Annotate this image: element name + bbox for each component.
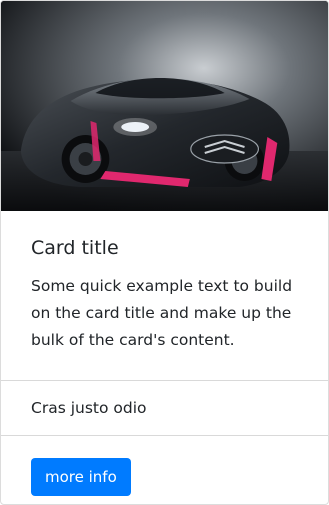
card-footer: more info [31, 458, 131, 496]
card-body: Card title Some quick example text to bu… [1, 211, 328, 354]
list-item: Cras justo odio [1, 380, 328, 436]
card: Card title Some quick example text to bu… [0, 0, 329, 505]
more-info-button[interactable]: more info [31, 458, 131, 496]
car-image [1, 1, 328, 211]
card-title: Card title [31, 237, 119, 259]
card-text: Some quick example text to build on the … [31, 276, 293, 349]
card-image [1, 1, 328, 211]
